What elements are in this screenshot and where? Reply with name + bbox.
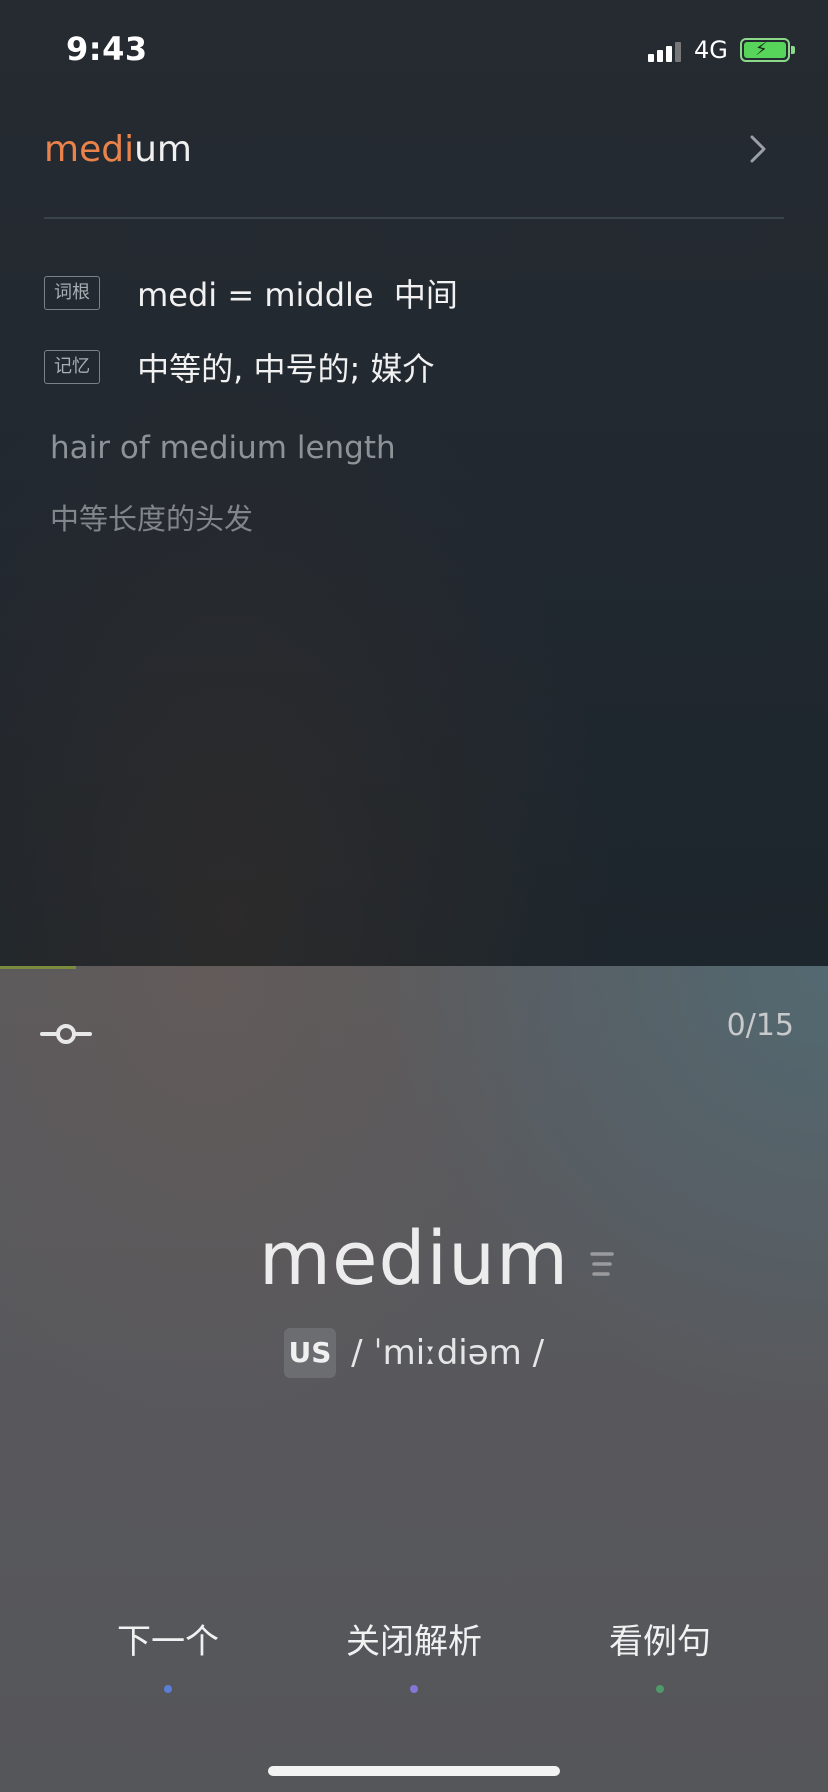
accent-badge[interactable]: US — [283, 1328, 336, 1378]
memory-tag: 记忆 — [44, 350, 100, 384]
example-sentence-zh: 中等长度的头发 — [50, 502, 254, 536]
signal-icon — [648, 40, 688, 62]
headword-text: medium — [258, 1216, 570, 1302]
next-button-label: 下一个 — [117, 1622, 219, 1662]
root-row: 词根 medi = middle 中间 — [44, 270, 458, 314]
word-detail-row[interactable]: medium — [44, 120, 784, 180]
menu-icon[interactable] — [590, 1250, 614, 1282]
chevron-right-icon[interactable] — [742, 134, 772, 164]
headword: medium — [0, 1216, 828, 1302]
phonetic-text: / ˈmiːdiəm / — [351, 1333, 545, 1373]
view-examples-label: 看例句 — [609, 1622, 711, 1662]
explanation-panel: 9:43 4G ⚡ medium 词根 medi = middle 中间 记忆 … — [0, 0, 828, 966]
next-button[interactable]: 下一个 — [68, 1614, 268, 1697]
network-label: 4G — [694, 36, 728, 64]
home-indicator[interactable] — [268, 1766, 560, 1776]
status-bar: 9:43 4G ⚡ — [0, 0, 828, 100]
next-dot — [164, 1685, 172, 1693]
action-bar: 下一个 关闭解析 看例句 — [0, 1614, 828, 1694]
status-time: 9:43 — [66, 30, 148, 68]
pronunciation-row: US / ˈmiːdiəm / — [0, 1328, 828, 1378]
close-analysis-label: 关闭解析 — [346, 1622, 482, 1662]
view-examples-dot — [656, 1685, 664, 1693]
memory-row: 记忆 中等的, 中号的; 媒介 — [44, 344, 434, 388]
slider-icon[interactable] — [40, 1022, 92, 1046]
word-title: medium — [44, 129, 192, 170]
battery-icon: ⚡ — [740, 38, 795, 62]
root-tag: 词根 — [44, 276, 100, 310]
close-analysis-dot — [410, 1685, 418, 1693]
divider — [44, 217, 784, 219]
progress-counter: 0/15 — [726, 1008, 794, 1043]
word-rest-part: um — [134, 129, 192, 170]
progress-bar — [0, 966, 76, 969]
memory-text: 中等的, 中号的; 媒介 — [137, 350, 435, 388]
close-analysis-button[interactable]: 关闭解析 — [314, 1614, 514, 1697]
view-examples-button[interactable]: 看例句 — [560, 1614, 760, 1697]
word-root-part: medi — [44, 129, 135, 170]
root-text: medi = middle 中间 — [137, 276, 458, 314]
word-card: 0/15 medium US / ˈmiːdiəm / 下一个 关闭解析 看例句 — [0, 966, 828, 1792]
example-sentence-en: hair of medium length — [50, 430, 396, 466]
